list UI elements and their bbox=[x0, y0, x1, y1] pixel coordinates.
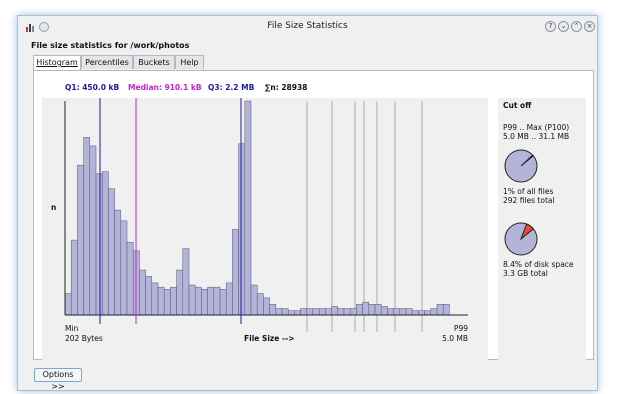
histogram-bar bbox=[399, 308, 407, 316]
histogram-bar bbox=[442, 304, 450, 316]
histogram-bar bbox=[436, 304, 444, 316]
q1-label: Q1: 450.0 kB bbox=[65, 83, 120, 92]
histogram-bar bbox=[139, 269, 146, 316]
histogram-bar bbox=[337, 308, 345, 316]
histogram-bar bbox=[418, 310, 425, 316]
median-label: Median: 910.1 kB bbox=[128, 83, 202, 92]
files-pie-chart bbox=[504, 149, 538, 183]
tab-label: Histogram bbox=[36, 58, 78, 67]
cutoff-panel: Cut off P99 .. Max (P100) 5.0 MB .. 31.1… bbox=[498, 98, 586, 372]
histogram-bar bbox=[126, 241, 134, 316]
histogram-bar bbox=[250, 284, 258, 316]
histogram-plot: n Min 202 Bytes File Size --> P99 5.0 MB bbox=[42, 96, 488, 372]
maximize-icon[interactable]: ⌃ bbox=[571, 21, 582, 32]
histogram-bar bbox=[163, 289, 171, 316]
histogram-bar bbox=[281, 308, 289, 316]
page-title: File size statistics for /work/photos bbox=[31, 41, 190, 50]
histogram-bar bbox=[114, 209, 122, 316]
histogram-bar bbox=[380, 306, 388, 316]
histogram-bar bbox=[170, 286, 177, 316]
histogram-bar bbox=[393, 308, 401, 316]
histogram-bar bbox=[362, 301, 370, 316]
x-axis-label: File Size --> bbox=[244, 334, 295, 343]
minimize-icon[interactable]: ⌄ bbox=[558, 21, 569, 32]
q3-label: Q3: 2.2 MB bbox=[208, 83, 255, 92]
cutoff-title: Cut off bbox=[503, 101, 532, 110]
options-button[interactable]: Options >> bbox=[34, 368, 82, 390]
histogram-bar bbox=[157, 286, 165, 316]
histogram-bar bbox=[411, 310, 419, 316]
histogram-bar bbox=[287, 310, 295, 316]
histogram-bar bbox=[424, 310, 432, 316]
tab-help[interactable]: Help bbox=[175, 55, 204, 69]
total-count-label: ∑n: 28938 bbox=[265, 83, 308, 92]
histogram-bar bbox=[238, 143, 246, 316]
histogram-bar bbox=[256, 293, 264, 316]
histogram-bar bbox=[312, 308, 320, 316]
disk-space-pie-chart bbox=[504, 222, 538, 256]
histogram-bar bbox=[343, 308, 351, 316]
histogram-bar bbox=[331, 306, 339, 316]
histogram-bar bbox=[275, 308, 283, 316]
disk-space-total: 3.3 GB total bbox=[503, 269, 548, 278]
histogram-bar bbox=[294, 310, 301, 316]
tab-buckets[interactable]: Buckets bbox=[133, 55, 175, 69]
histogram-bar bbox=[176, 269, 184, 316]
histogram-bar bbox=[225, 282, 233, 316]
histogram-bar bbox=[101, 171, 109, 316]
tab-percentiles[interactable]: Percentiles bbox=[81, 55, 133, 69]
histogram-bar bbox=[356, 304, 363, 316]
y-axis-label: n bbox=[51, 203, 56, 212]
histogram-bar bbox=[349, 308, 357, 316]
histogram-bar bbox=[368, 304, 376, 316]
histogram-bar bbox=[374, 304, 382, 316]
histogram-bar bbox=[269, 304, 277, 316]
histogram-bar bbox=[300, 308, 308, 316]
x-min-label: Min bbox=[65, 324, 79, 333]
histogram-bar bbox=[64, 293, 72, 316]
x-max-label: P99 bbox=[454, 324, 468, 333]
histogram-bar bbox=[120, 220, 128, 316]
tab-label: Percentiles bbox=[85, 58, 129, 67]
histogram-bar bbox=[213, 286, 221, 316]
histogram-bar bbox=[77, 164, 84, 316]
histogram-bar bbox=[430, 308, 438, 316]
window-title: File Size Statistics bbox=[267, 21, 348, 31]
histogram-bar bbox=[83, 137, 91, 316]
histogram-bar bbox=[145, 276, 153, 316]
tab-label: Buckets bbox=[138, 58, 170, 67]
histogram-bar bbox=[219, 289, 227, 316]
histogram-bar bbox=[207, 286, 215, 316]
histogram-bar bbox=[70, 239, 78, 316]
histogram-bar bbox=[306, 308, 314, 316]
histogram-panel: Q1: 450.0 kB Median: 910.1 kB Q3: 2.2 MB… bbox=[33, 70, 594, 372]
histogram-bar bbox=[387, 308, 394, 316]
histogram-bar bbox=[405, 308, 413, 316]
help-icon[interactable]: ? bbox=[545, 21, 556, 32]
histogram-bar bbox=[188, 284, 196, 316]
histogram-bar bbox=[108, 188, 115, 316]
histogram-bar bbox=[232, 229, 239, 316]
tab-histogram[interactable]: Histogram bbox=[33, 55, 81, 71]
histogram-bar bbox=[151, 282, 159, 316]
histogram-bar bbox=[263, 297, 270, 316]
title-bar: File Size Statistics ? ⌄ ⌃ × bbox=[18, 16, 597, 38]
histogram-chart: n Min202 Bytes File Size --> P995.0 MB bbox=[51, 96, 468, 343]
file-size-statistics-window: File Size Statistics ? ⌄ ⌃ × File size s… bbox=[17, 15, 598, 391]
histogram-bar bbox=[194, 286, 202, 316]
cutoff-range-value: 5.0 MB .. 31.1 MB bbox=[503, 132, 570, 141]
x-max-value: 5.0 MB bbox=[442, 334, 468, 343]
files-total: 292 files total bbox=[503, 196, 555, 205]
histogram-bar bbox=[244, 100, 252, 316]
tab-label: Help bbox=[180, 58, 199, 67]
histogram-bar bbox=[95, 173, 103, 316]
histogram-bar bbox=[89, 145, 97, 316]
histogram-bar bbox=[201, 289, 208, 316]
x-min-value: 202 Bytes bbox=[65, 334, 103, 343]
histogram-bar bbox=[182, 248, 190, 316]
histogram-bar bbox=[318, 308, 326, 316]
histogram-bar bbox=[325, 308, 332, 316]
close-icon[interactable]: × bbox=[584, 21, 595, 32]
